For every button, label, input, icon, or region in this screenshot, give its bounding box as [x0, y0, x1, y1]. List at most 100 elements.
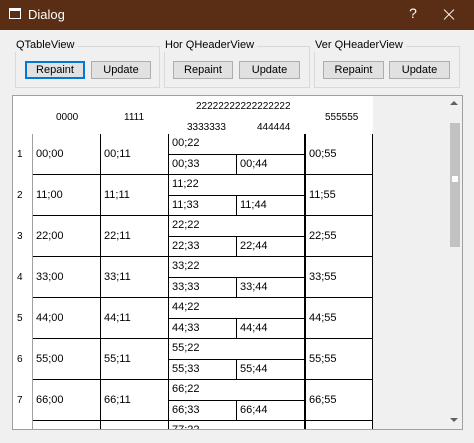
table-cell-text: 11;33 — [172, 199, 199, 211]
table-cell[interactable]: 22;55 — [305, 216, 373, 257]
column-header[interactable]: 1111 — [101, 96, 169, 134]
table-cell-text: 44;00 — [36, 312, 64, 324]
table-cell-text: 55;33 — [172, 363, 200, 375]
table-cell[interactable]: 33;22 — [169, 257, 305, 278]
table-cell-text: 00;00 — [36, 148, 64, 160]
row-header-text: 5 — [17, 313, 23, 324]
table-cell[interactable]: 33;33 — [169, 278, 237, 298]
table-cell[interactable]: 66;22 — [169, 380, 305, 401]
table-cell[interactable]: 66;44 — [237, 401, 305, 421]
scroll-grip — [451, 175, 459, 183]
table-cell-text: 00;22 — [172, 137, 200, 149]
table-cell[interactable]: 55;00 — [33, 339, 101, 380]
table-cell[interactable]: 44;22 — [169, 298, 305, 319]
table-cell[interactable]: 22;22 — [169, 216, 305, 237]
table-cell[interactable]: 44;33 — [169, 319, 237, 339]
table-cell[interactable]: 00;22 — [169, 134, 305, 155]
update-button[interactable]: Update — [239, 61, 300, 79]
scroll-thumb[interactable] — [450, 123, 460, 247]
column-header-label: 22222222222222222 — [196, 101, 291, 112]
row-header-text: 2 — [17, 190, 23, 201]
row-header[interactable]: 5 — [13, 298, 33, 339]
column-header[interactable]: 555555 — [305, 96, 373, 134]
column-header-label: 0000 — [56, 112, 79, 123]
table-cell[interactable]: 44;00 — [33, 298, 101, 339]
table-cell[interactable]: 77;11 — [101, 421, 169, 429]
table-cell-text: 66;22 — [172, 383, 200, 395]
group-title: QTableView — [14, 39, 78, 52]
table-cell[interactable]: 55;11 — [101, 339, 169, 380]
table-cell[interactable]: 00;11 — [101, 134, 169, 175]
row-header[interactable]: 3 — [13, 216, 33, 257]
table-cell[interactable]: 22;00 — [33, 216, 101, 257]
row-header[interactable]: 4 — [13, 257, 33, 298]
table-cell[interactable]: 66;55 — [305, 380, 373, 421]
table-cell[interactable]: 77;00 — [33, 421, 101, 429]
table-cell-text: 55;00 — [36, 353, 64, 365]
table-cell-text: 55;11 — [104, 353, 131, 365]
table-cell-text: 66;55 — [309, 394, 337, 406]
table-cell-text: 33;22 — [172, 260, 200, 272]
repaint-button[interactable]: Repaint — [323, 61, 384, 79]
table-cell[interactable]: 11;55 — [305, 175, 373, 216]
table-cell[interactable]: 44;11 — [101, 298, 169, 339]
group-hor-qheaderview: Hor QHeaderView Repaint Update — [163, 39, 310, 88]
repaint-button[interactable]: Repaint — [173, 61, 233, 79]
table-cell-text: 11;22 — [172, 178, 199, 190]
row-header[interactable]: 7 — [13, 380, 33, 421]
table-cell[interactable]: 55;44 — [237, 360, 305, 380]
help-button[interactable]: ? — [406, 5, 420, 25]
column-header-label: 1111 — [124, 112, 145, 123]
table-cell[interactable]: 44;55 — [305, 298, 373, 339]
table-cell[interactable]: 66;00 — [33, 380, 101, 421]
column-header-span[interactable]: 22222222222222222 3333333 444444 — [169, 96, 305, 134]
table-cell[interactable]: 00;44 — [237, 155, 305, 175]
table-view[interactable]: 0000 1111 22222222222222222 3333333 4444… — [12, 95, 463, 430]
table-cell[interactable]: 22;33 — [169, 237, 237, 257]
window-icon — [9, 8, 21, 19]
table-cell[interactable]: 77;55 — [305, 421, 373, 429]
row-header[interactable]: 8 — [13, 421, 33, 429]
table-cell-text: 22;33 — [172, 240, 200, 252]
table-cell[interactable]: 22;44 — [237, 237, 305, 257]
table-cell[interactable]: 00;33 — [169, 155, 237, 175]
table-cell[interactable]: 55;22 — [169, 339, 305, 360]
table-cell[interactable]: 66;33 — [169, 401, 237, 421]
table-cell[interactable]: 11;44 — [237, 196, 305, 216]
table-cell-text: 33;33 — [172, 281, 200, 293]
table-cell[interactable]: 11;33 — [169, 196, 237, 216]
table-cell[interactable]: 55;55 — [305, 339, 373, 380]
row-header[interactable]: 6 — [13, 339, 33, 380]
close-icon[interactable] — [438, 4, 460, 26]
table-cell-text: 00;11 — [104, 148, 131, 160]
table-cell[interactable]: 11;00 — [33, 175, 101, 216]
table-cell[interactable]: 66;11 — [101, 380, 169, 421]
table-cell[interactable]: 00;55 — [305, 134, 373, 175]
table-cell[interactable]: 33;00 — [33, 257, 101, 298]
column-header[interactable]: 0000 — [33, 96, 101, 134]
scroll-up-icon[interactable] — [450, 101, 458, 105]
table-cell[interactable]: 33;44 — [237, 278, 305, 298]
repaint-button[interactable]: Repaint — [25, 61, 85, 79]
table-cell[interactable]: 33;55 — [305, 257, 373, 298]
scroll-down-icon[interactable] — [450, 418, 458, 422]
table-cell[interactable]: 22;11 — [101, 216, 169, 257]
table-cell-text: 11;00 — [36, 189, 63, 201]
column-header-label: 555555 — [325, 112, 359, 123]
table-cell[interactable]: 11;22 — [169, 175, 305, 196]
table-cell[interactable]: 00;00 — [33, 134, 101, 175]
table-cell[interactable]: 55;33 — [169, 360, 237, 380]
update-button[interactable]: Update — [91, 61, 151, 79]
table-cell-text: 55;44 — [240, 363, 268, 375]
table-cell[interactable]: 77;22 — [169, 421, 305, 429]
table-cell[interactable]: 11;11 — [101, 175, 169, 216]
table-cell[interactable]: 44;44 — [237, 319, 305, 339]
table-cell-text: 22;55 — [309, 230, 337, 242]
table-cell[interactable]: 33;11 — [101, 257, 169, 298]
update-button[interactable]: Update — [389, 61, 450, 79]
table-cell-text: 33;11 — [104, 271, 131, 283]
row-header[interactable]: 2 — [13, 175, 33, 216]
table-corner — [13, 96, 33, 134]
vertical-scrollbar[interactable] — [447, 96, 462, 429]
row-header[interactable]: 1 — [13, 134, 33, 175]
